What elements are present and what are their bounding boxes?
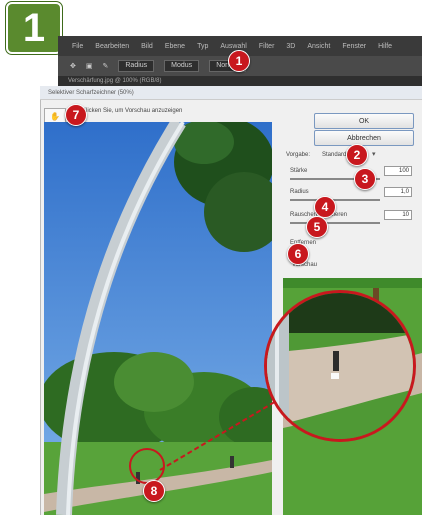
move-tool-icon[interactable]: ✥ bbox=[70, 62, 76, 70]
menu-item-layer[interactable]: Ebene bbox=[165, 43, 185, 50]
callout-marker-3: 3 bbox=[354, 168, 376, 190]
menu-item-view[interactable]: Ansicht bbox=[307, 43, 330, 50]
preview-image[interactable] bbox=[44, 122, 272, 515]
radius-slider[interactable] bbox=[290, 199, 380, 201]
step-number-badge: 1 bbox=[6, 2, 62, 54]
reduce-noise-slider[interactable] bbox=[290, 222, 380, 224]
cancel-button[interactable]: Abbrechen bbox=[314, 130, 414, 146]
options-icon[interactable]: ▣ bbox=[86, 62, 93, 70]
options-field-radius[interactable]: Radius bbox=[118, 60, 155, 72]
preset-value[interactable]: Standard bbox=[322, 152, 346, 158]
document-tab[interactable]: Verschärfung.jpg @ 100% (RGB/8) bbox=[58, 76, 422, 86]
callout-marker-7: 7 bbox=[65, 104, 87, 126]
menu-item-window[interactable]: Fenster bbox=[342, 43, 366, 50]
callout-marker-8: 8 bbox=[143, 480, 165, 502]
reduce-noise-field[interactable]: 10 bbox=[384, 210, 412, 220]
menu-item-edit[interactable]: Bearbeiten bbox=[95, 43, 129, 50]
menu-item-type[interactable]: Typ bbox=[197, 43, 208, 50]
bollard bbox=[230, 456, 234, 468]
menu-item-help[interactable]: Hilfe bbox=[378, 43, 392, 50]
preview-instructions: Klicken Sie, um Vorschau anzuzeigen bbox=[82, 108, 183, 114]
menu-item-filter[interactable]: Filter bbox=[259, 43, 275, 50]
menu-item-select[interactable]: Auswahl bbox=[220, 43, 246, 50]
menu-item-3d[interactable]: 3D bbox=[286, 43, 295, 50]
preset-dropdown-icon[interactable]: ▾ bbox=[372, 150, 376, 158]
dialog-title: Selektiver Scharfzeichner (50%) bbox=[40, 86, 422, 100]
radius-field[interactable]: 1,0 bbox=[384, 187, 412, 197]
options-field-mode[interactable]: Modus bbox=[164, 60, 200, 72]
ok-button[interactable]: OK bbox=[314, 113, 414, 129]
callout-marker-2: 2 bbox=[346, 144, 368, 166]
radius-label: Radius bbox=[290, 189, 309, 195]
magnifier-circle bbox=[264, 290, 416, 442]
callout-marker-1: 1 bbox=[228, 50, 250, 72]
callout-marker-6: 6 bbox=[287, 243, 309, 265]
callout-marker-4: 4 bbox=[314, 196, 336, 218]
menu-item-file[interactable]: File bbox=[72, 43, 83, 50]
bollard bbox=[136, 472, 140, 484]
callout-marker-5: 5 bbox=[306, 216, 328, 238]
preset-label: Vorgabe: bbox=[286, 152, 311, 158]
brush-icon[interactable]: ✎ bbox=[103, 62, 109, 70]
amount-label: Stärke bbox=[290, 168, 308, 174]
menu-item-image[interactable]: Bild bbox=[141, 43, 153, 50]
amount-field[interactable]: 100 bbox=[384, 166, 412, 176]
